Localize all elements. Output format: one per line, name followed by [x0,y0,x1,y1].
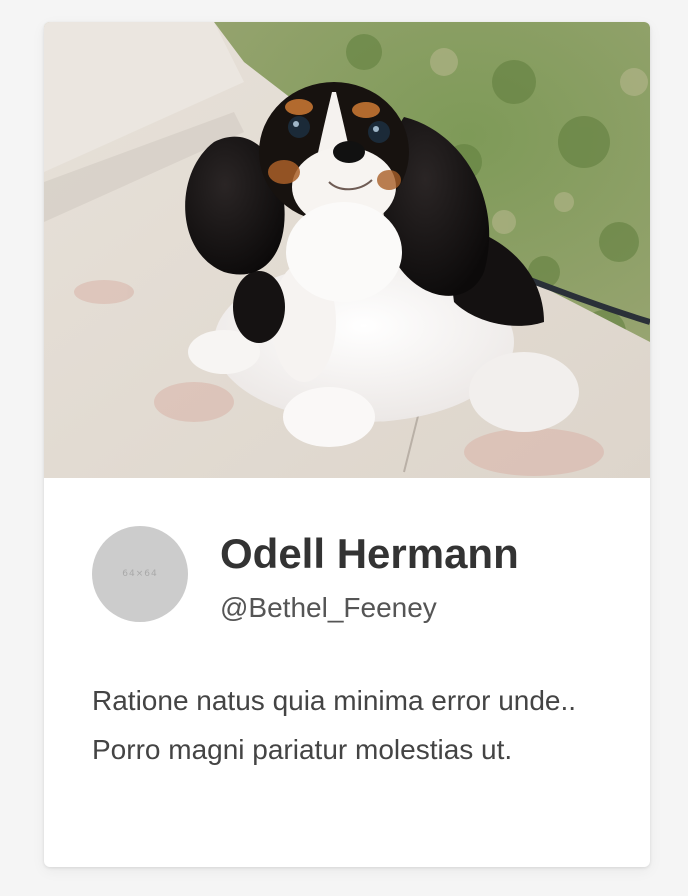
profile-name: Odell Hermann [220,530,519,577]
avatar: 64×64 [92,526,188,622]
profile-handle[interactable]: @Bethel_Feeney [220,588,437,628]
profile-card: 64×64 Odell Hermann @Bethel_Feeney Ratio… [44,22,650,867]
avatar-placeholder-label: 64×64 [122,569,158,579]
profile-bio: Ratione natus quia minima error unde.. P… [92,685,577,765]
dog-photo [44,22,650,478]
